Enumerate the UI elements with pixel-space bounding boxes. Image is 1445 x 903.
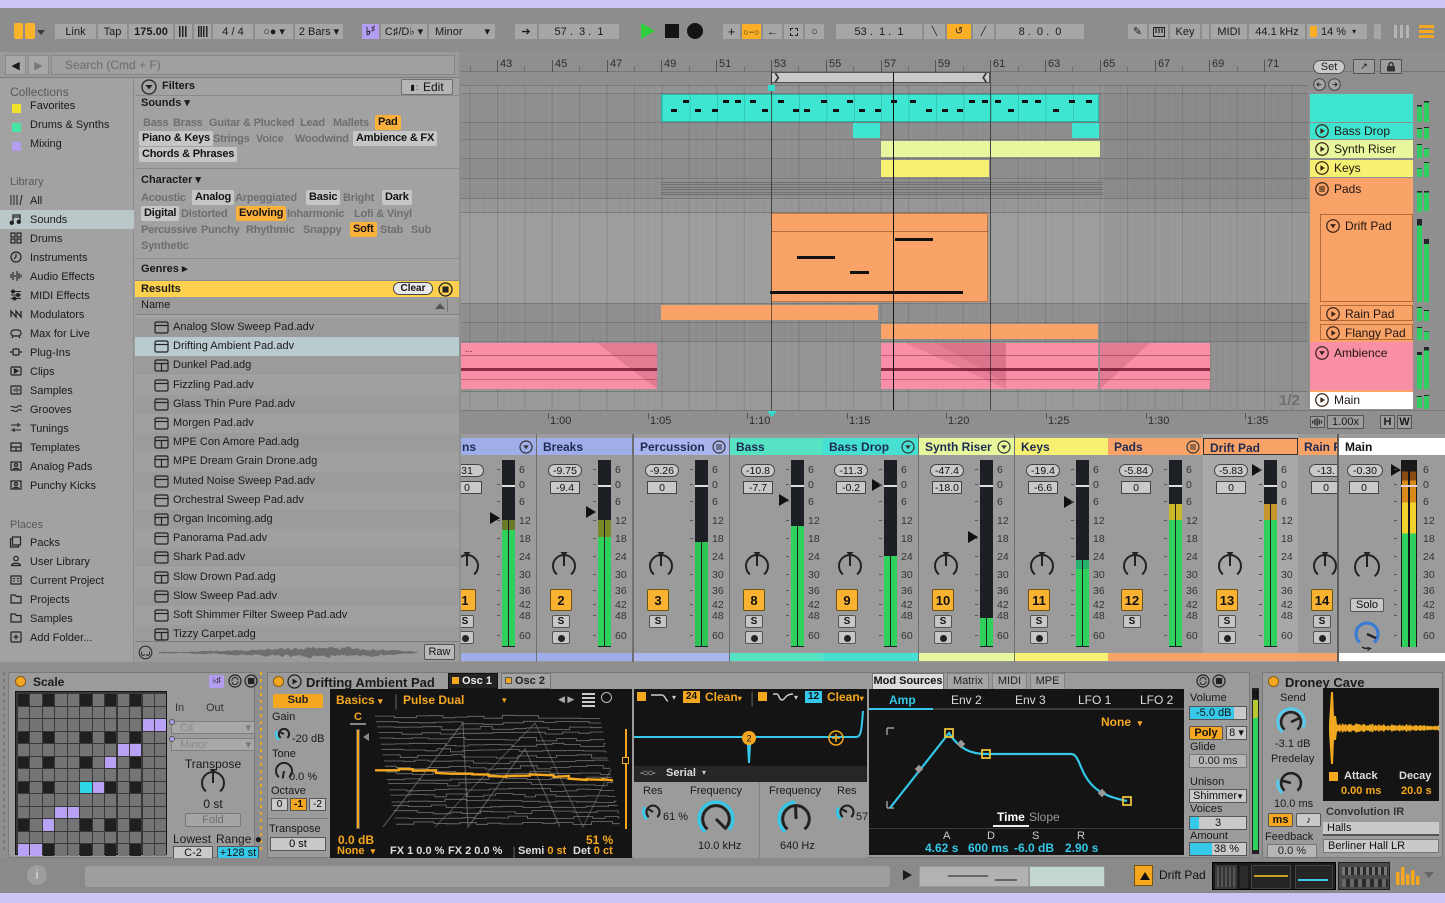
svg-text:2: 2: [746, 734, 751, 744]
